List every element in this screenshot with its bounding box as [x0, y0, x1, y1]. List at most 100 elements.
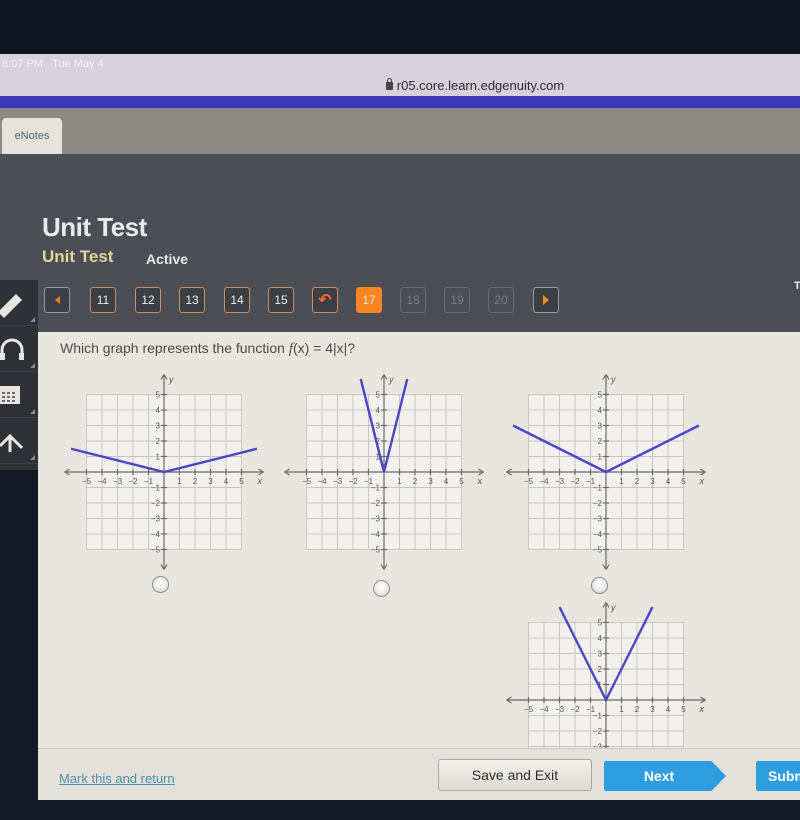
headphones-icon	[0, 338, 24, 360]
y-tick-label: −4	[371, 530, 381, 539]
x-tick-label: 5	[681, 477, 686, 486]
question-button-11[interactable]: 11	[90, 287, 116, 313]
y-tick-label: −2	[151, 499, 161, 508]
y-tick-label: −5	[371, 546, 381, 555]
x-tick-label: −5	[302, 477, 312, 486]
url-text: r05.core.learn.edgenuity.com	[396, 78, 565, 93]
prev-question-button[interactable]	[44, 287, 70, 313]
y-tick-label: 3	[598, 650, 603, 659]
mark-and-return-link[interactable]: Mark this and return	[59, 771, 175, 786]
tab-bar: eNotes	[0, 108, 800, 154]
y-tick-label: −4	[593, 530, 603, 539]
address-bar[interactable]: r05.core.learn.edgenuity.com	[0, 78, 800, 93]
pencil-tool[interactable]	[0, 280, 38, 326]
question-button-12[interactable]: 12	[135, 287, 161, 313]
x-tick-label: −3	[555, 477, 565, 486]
question-button-19: 19	[444, 287, 470, 313]
y-tick-label: 4	[156, 406, 161, 415]
y-tick-label: 5	[598, 619, 603, 628]
y-tick-label: −1	[151, 484, 161, 493]
arrow-tool[interactable]	[0, 418, 38, 464]
x-tick-label: −4	[539, 705, 549, 714]
footer-bar: Mark this and return Save and Exit Next …	[38, 748, 800, 800]
x-tick-label: 1	[619, 477, 624, 486]
y-tick-label: −3	[371, 515, 381, 524]
audio-tool[interactable]	[0, 326, 38, 372]
x-tick-label: 1	[177, 477, 182, 486]
triangle-right-icon	[543, 295, 549, 305]
reply-arrow-icon: ↶	[318, 292, 332, 309]
answer-radio-3[interactable]	[591, 577, 608, 594]
question-button-14[interactable]: 14	[224, 287, 250, 313]
y-tick-label: −2	[371, 499, 381, 508]
pencil-icon	[0, 293, 22, 318]
y-tick-label: 3	[376, 422, 381, 431]
question-prefix: Which graph represents the function	[60, 340, 289, 356]
device-date: Tue May 4	[52, 58, 104, 70]
x-tick-label: −2	[570, 477, 580, 486]
answer-radio-2[interactable]	[373, 580, 390, 597]
y-axis-label: y	[168, 375, 174, 385]
next-question-button[interactable]	[533, 287, 559, 313]
y-tick-label: −3	[593, 515, 603, 524]
graph-option-3: −5 −4 −3 −2 −1 1 2 3 4 554321−1−2−3−4−5xy	[506, 374, 706, 570]
x-tick-label: 2	[635, 705, 640, 714]
x-tick-label: 4	[444, 477, 449, 486]
browser-status-bar: 8:07 PM Tue May 4 r05.core.learn.edgenui…	[0, 54, 800, 98]
function-arg: (x)	[292, 340, 310, 356]
x-tick-label: 5	[459, 477, 464, 486]
calculator-icon	[0, 385, 20, 404]
y-tick-label: 4	[598, 634, 603, 643]
y-tick-label: 3	[598, 422, 603, 431]
x-tick-label: 3	[428, 477, 433, 486]
y-tick-label: −4	[151, 530, 161, 539]
y-axis-label: y	[388, 375, 394, 385]
x-tick-label: 3	[650, 477, 655, 486]
question-button-13[interactable]: 13	[179, 287, 205, 313]
save-and-exit-button[interactable]: Save and Exit	[438, 759, 592, 791]
x-tick-label: 5	[239, 477, 244, 486]
x-axis-label: x	[699, 476, 705, 486]
page-header: Unit Test Unit Test Active T 11 12 13 14…	[0, 154, 800, 332]
y-tick-label: −2	[593, 499, 603, 508]
y-axis-label: y	[610, 375, 616, 385]
tab-enotes[interactable]: eNotes	[2, 118, 62, 154]
x-tick-label: 3	[650, 705, 655, 714]
x-tick-label: 2	[193, 477, 198, 486]
x-axis-label: x	[257, 476, 263, 486]
y-tick-label: −1	[593, 712, 603, 721]
submit-button[interactable]: Submit	[756, 761, 800, 791]
graph-option-1: −5 −4 −3 −2 −1 1 2 3 4 554321−1−2−3−4−5xy	[64, 374, 264, 570]
calculator-tool[interactable]	[0, 372, 38, 418]
x-tick-label: 5	[681, 705, 686, 714]
answer-radio-1[interactable]	[152, 576, 169, 593]
x-tick-label: 2	[413, 477, 418, 486]
y-tick-label: 3	[156, 422, 161, 431]
lock-icon	[385, 78, 393, 90]
question-button-17[interactable]: 17	[356, 287, 382, 313]
x-tick-label: 3	[208, 477, 213, 486]
tool-palette	[0, 280, 38, 470]
x-tick-label: 1	[619, 705, 624, 714]
next-button[interactable]: Next	[604, 761, 726, 791]
y-tick-label: 2	[598, 665, 603, 674]
function-equation: = 4|x|?	[309, 340, 356, 356]
page-subtitle: Unit Test	[42, 247, 114, 266]
y-tick-label: 2	[156, 437, 161, 446]
return-to-marked-button[interactable]: ↶	[312, 287, 338, 313]
y-tick-label: −1	[371, 484, 381, 493]
x-tick-label: −3	[113, 477, 123, 486]
x-tick-label: −3	[333, 477, 343, 486]
question-button-20: 20	[488, 287, 514, 313]
x-tick-label: −5	[82, 477, 92, 486]
x-tick-label: −2	[348, 477, 358, 486]
y-tick-label: 5	[598, 391, 603, 400]
question-button-15[interactable]: 15	[268, 287, 294, 313]
x-tick-label: 4	[224, 477, 229, 486]
status-time: 8:07 PM Tue May 4	[2, 58, 104, 70]
y-tick-label: 1	[156, 453, 161, 462]
y-tick-label: −5	[593, 546, 603, 555]
y-tick-label: 4	[376, 406, 381, 415]
x-tick-label: −4	[539, 477, 549, 486]
device-bezel	[0, 0, 800, 54]
